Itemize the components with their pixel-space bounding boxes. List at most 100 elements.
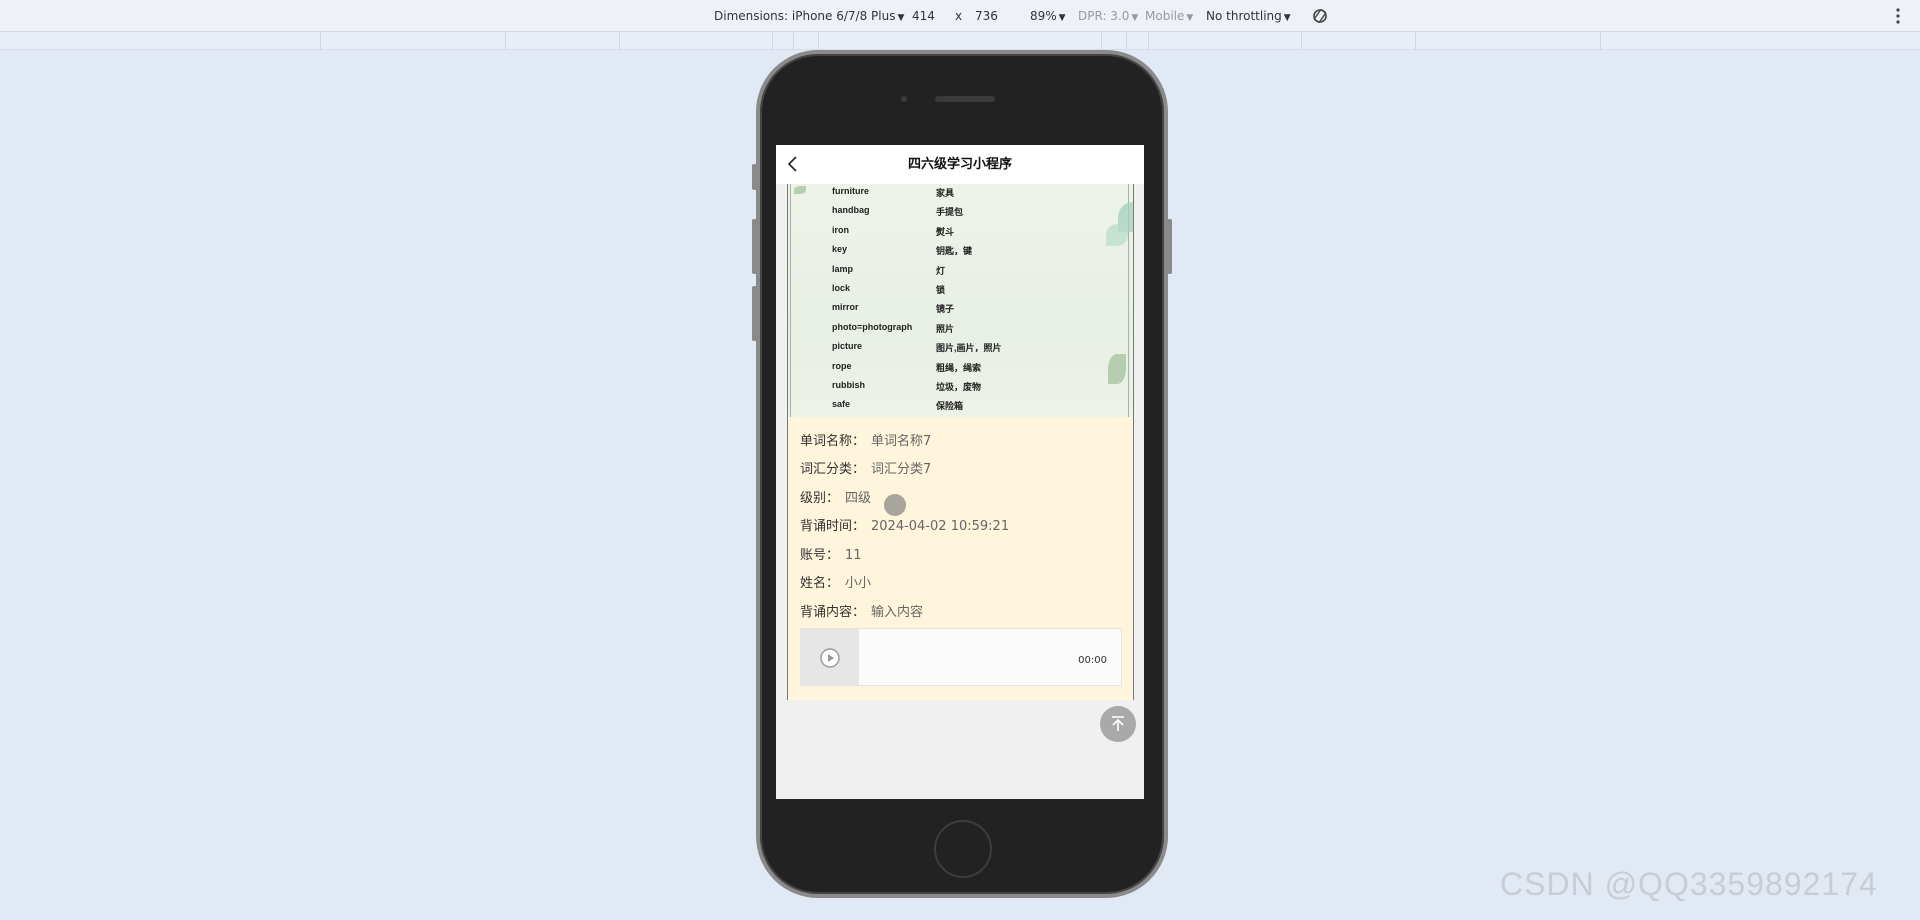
vocab-chinese: 粗绳，绳索: [936, 362, 982, 373]
field-account: 账号： 11: [800, 544, 862, 563]
height-input[interactable]: 736: [975, 9, 998, 23]
field-label: 背诵内容：: [800, 605, 866, 620]
vocab-english: picture: [832, 341, 863, 352]
ruler-tick: [320, 32, 321, 50]
decorative-leaf: [1108, 354, 1126, 384]
vocab-chinese: 手提包: [936, 207, 964, 218]
vocab-chinese: 熨斗: [936, 226, 955, 237]
throttling-select[interactable]: No throttling ▼: [1206, 9, 1291, 23]
earpiece-speaker: [935, 96, 995, 102]
vocab-english: furniture: [832, 186, 869, 196]
vocab-chinese: 保险箱: [936, 401, 964, 412]
dpr-select[interactable]: DPR: 3.0 ▼: [1078, 9, 1138, 23]
field-vocab-category: 词汇分类： 词汇分类7: [800, 458, 932, 477]
field-label: 账号：: [800, 548, 840, 563]
field-recite-content: 背诵内容： 输入内容: [800, 601, 924, 620]
zoom-label: 89%: [1030, 9, 1057, 23]
times-sign: x: [955, 9, 963, 23]
volume-up-button: [752, 219, 757, 274]
front-camera: [901, 96, 907, 102]
vocab-english: rubbish: [832, 380, 865, 390]
vocab-chinese: 钥匙，键: [936, 246, 973, 257]
ruler-tick: [772, 32, 773, 50]
ruler-tick: [619, 32, 620, 50]
vocab-english: key: [832, 244, 848, 255]
media-query-ruler: [0, 32, 1920, 50]
ruler-tick: [1101, 32, 1102, 50]
field-value: 输入内容: [871, 605, 924, 620]
throttling-label: No throttling: [1206, 9, 1282, 23]
vocab-chinese: 垃圾，废物: [936, 382, 982, 392]
decorative-flower: [1106, 224, 1128, 246]
vocab-english: photo=photograph: [832, 321, 913, 332]
vocab-english: safe: [832, 399, 851, 410]
rotate-icon[interactable]: [1310, 6, 1330, 26]
field-value: 小小: [845, 576, 872, 591]
decorative-leaf: [794, 186, 806, 194]
vocab-english: lock: [832, 283, 851, 293]
dpr-label: DPR: 3.0: [1078, 9, 1130, 23]
vocab-english: mirror: [832, 302, 859, 313]
watermark: CSDN @QQ3359892174: [1500, 866, 1878, 902]
vocab-english: handbag: [832, 205, 870, 216]
power-button: [1167, 219, 1172, 274]
field-word-name: 单词名称： 单词名称7: [800, 430, 932, 449]
field-label: 姓名：: [800, 576, 840, 591]
chevron-down-icon: ▼: [1131, 13, 1139, 23]
field-value: 四级: [845, 491, 872, 506]
width-input[interactable]: 414: [912, 9, 935, 23]
ruler-tick: [1600, 32, 1601, 50]
chevron-down-icon: ▼: [1283, 13, 1291, 23]
field-label: 单词名称：: [800, 434, 866, 449]
vocab-chinese: 照片: [936, 323, 955, 334]
field-label: 词汇分类：: [800, 462, 866, 477]
vocab-chinese: 灯: [936, 265, 946, 276]
navigation-bar: 四六级学习小程序: [776, 145, 1144, 184]
chevron-down-icon: ▼: [897, 13, 905, 23]
field-value: 单词名称7: [871, 434, 932, 449]
detail-card: furniture 家具 handbag 手提包 iron 熨斗 key 钥匙，键 lamp 灯 l…: [787, 184, 1134, 700]
arrow-up-icon: [1112, 716, 1124, 731]
play-icon: [820, 648, 840, 668]
vocab-image: furniture 家具 handbag 手提包 iron 熨斗 key 钥匙，键 lamp 灯 l…: [788, 184, 1133, 417]
ruler-tick: [1148, 32, 1149, 50]
vocab-chinese: 图片,画片，照片: [936, 343, 1002, 354]
ruler-tick: [793, 32, 794, 50]
field-recite-time: 背诵时间： 2024-04-02 10:59:21: [800, 515, 1009, 534]
ruler-tick: [1415, 32, 1416, 50]
play-button[interactable]: [801, 629, 859, 685]
touch-cursor: [884, 494, 906, 516]
field-label: 级别：: [800, 491, 840, 506]
device-select-label: Dimensions: iPhone 6/7/8 Plus: [714, 9, 896, 23]
ruler-tick: [1126, 32, 1127, 50]
audio-time: 00:00: [1078, 655, 1107, 666]
phone-screen: 四六级学习小程序 furniture 家具 handbag 手提包 iron 熨斗 key 钥…: [776, 145, 1144, 799]
vocab-english: lamp: [832, 263, 854, 274]
vocab-english: rope: [832, 360, 852, 371]
zoom-select[interactable]: 89% ▼: [1030, 9, 1066, 23]
ruler-tick: [1301, 32, 1302, 50]
chevron-down-icon: ▼: [1058, 13, 1066, 23]
more-vertical-icon[interactable]: [1894, 6, 1902, 26]
device-type-select[interactable]: Mobile ▼: [1145, 9, 1193, 23]
audio-player: 00:00: [800, 628, 1122, 686]
ruler-tick: [505, 32, 506, 50]
device-select[interactable]: Dimensions: iPhone 6/7/8 Plus ▼: [714, 9, 904, 23]
chevron-down-icon: ▼: [1186, 13, 1194, 23]
back-arrow-icon[interactable]: [786, 155, 800, 173]
field-label: 背诵时间：: [800, 519, 866, 534]
ruler-tick: [818, 32, 819, 50]
vocab-english: iron: [832, 224, 849, 235]
vocab-chinese: 锁: [936, 285, 946, 295]
home-button: [934, 820, 992, 878]
field-level: 级别： 四级: [800, 487, 872, 506]
field-value: 词汇分类7: [871, 462, 932, 477]
vocab-chinese: 家具: [936, 188, 955, 198]
field-value: 11: [845, 548, 862, 563]
mute-switch: [752, 164, 757, 190]
back-to-top-button[interactable]: [1100, 706, 1136, 742]
device-type-label: Mobile: [1145, 9, 1185, 23]
vocab-chinese: 镜子: [936, 304, 955, 315]
page-title: 四六级学习小程序: [907, 157, 1012, 172]
volume-down-button: [752, 286, 757, 341]
